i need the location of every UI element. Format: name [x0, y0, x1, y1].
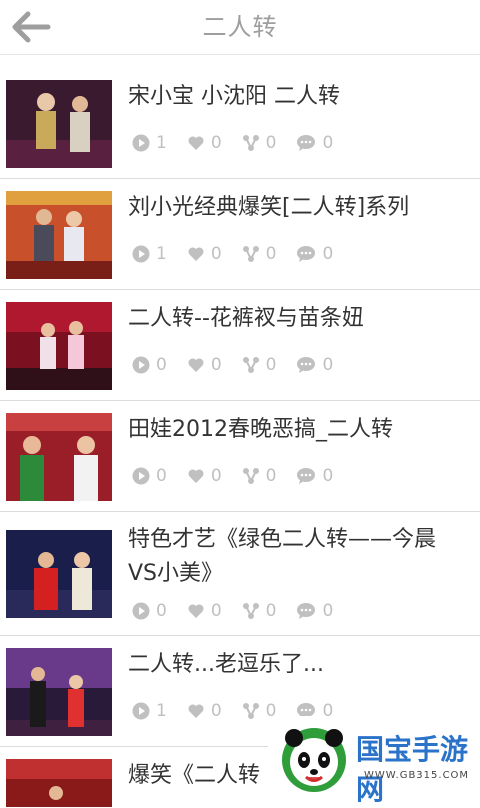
watermark: 国宝手游网 WWW.GB315.COM: [268, 716, 480, 806]
like-count: 0: [210, 466, 222, 486]
share-icon: [242, 603, 259, 619]
share-icon: [242, 703, 259, 719]
list-item[interactable]: 宋小宝 小沈阳 二人转 1 0 0 0: [0, 68, 480, 179]
video-title[interactable]: 特色才艺《绿色二人转——今晨VS小美》: [128, 523, 460, 591]
list-item[interactable]: 特色才艺《绿色二人转——今晨VS小美》 0 0 0 0: [0, 512, 480, 636]
like-count: 0: [210, 244, 222, 264]
like-icon: [188, 247, 204, 261]
comment-icon: [297, 603, 316, 619]
video-thumbnail[interactable]: [6, 413, 112, 501]
play-count: 0: [156, 601, 167, 621]
comment-count: 0: [322, 244, 334, 264]
share-icon: [242, 468, 259, 484]
watermark-url: WWW.GB315.COM: [364, 770, 470, 781]
like-count: 0: [210, 133, 222, 153]
list-item[interactable]: 田娃2012春晚恶搞_二人转 0 0 0 0: [0, 401, 480, 512]
like-count: 0: [210, 701, 222, 721]
app-header: 二人转: [0, 0, 480, 55]
share-count: 0: [265, 244, 277, 264]
share-icon: [242, 246, 259, 262]
share-icon: [242, 357, 259, 373]
video-title[interactable]: 田娃2012春晚恶搞_二人转: [128, 413, 460, 447]
play-count-icon: [132, 245, 150, 263]
play-count-icon: [132, 467, 150, 485]
play-count: 0: [156, 355, 167, 375]
comment-icon: [297, 135, 316, 151]
video-title[interactable]: 宋小宝 小沈阳 二人转: [128, 80, 460, 114]
share-count: 0: [265, 466, 277, 486]
comment-icon: [297, 357, 316, 373]
page-title: 二人转: [202, 13, 278, 41]
comment-count: 0: [322, 355, 334, 375]
share-count: 0: [265, 133, 277, 153]
video-stats: 1 0 0 0: [132, 133, 353, 153]
like-count: 0: [210, 601, 222, 621]
video-stats: 0 0 0 0: [132, 601, 353, 621]
video-stats: 0 0 0 0: [132, 355, 353, 375]
video-list: 宋小宝 小沈阳 二人转 1 0 0 0 刘小光经典爆笑[二人转]系列 1 0 0: [0, 68, 480, 807]
video-thumbnail[interactable]: [6, 530, 112, 618]
watermark-name: 国宝手游网: [356, 733, 469, 806]
like-icon: [188, 358, 204, 372]
video-title[interactable]: 二人转...老逗乐了...: [128, 648, 460, 682]
comment-icon: [297, 246, 316, 262]
list-item[interactable]: 二人转--花裤衩与苗条妞 0 0 0 0: [0, 290, 480, 401]
share-count: 0: [265, 601, 277, 621]
like-icon: [188, 469, 204, 483]
video-title[interactable]: 二人转--花裤衩与苗条妞: [128, 302, 460, 336]
comment-count: 0: [322, 466, 334, 486]
play-count-icon: [132, 356, 150, 374]
play-count: 1: [156, 133, 167, 153]
comment-icon: [297, 468, 316, 484]
play-count-icon: [132, 602, 150, 620]
play-count: 0: [156, 466, 167, 486]
video-thumbnail[interactable]: [6, 191, 112, 279]
video-thumbnail[interactable]: [6, 80, 112, 168]
share-count: 0: [265, 355, 277, 375]
like-icon: [188, 704, 204, 718]
play-count: 1: [156, 244, 167, 264]
like-count: 0: [210, 355, 222, 375]
comment-count: 0: [322, 601, 334, 621]
play-count-icon: [132, 702, 150, 720]
panda-logo-icon: [282, 728, 346, 792]
like-icon: [188, 604, 204, 618]
video-title[interactable]: 刘小光经典爆笑[二人转]系列: [128, 191, 460, 225]
video-stats: 1 0 0 0: [132, 244, 353, 264]
video-stats: 0 0 0 0: [132, 466, 353, 486]
play-count: 1: [156, 701, 167, 721]
play-count-icon: [132, 134, 150, 152]
comment-count: 0: [322, 133, 334, 153]
video-thumbnail[interactable]: [6, 648, 112, 736]
video-thumbnail[interactable]: [6, 302, 112, 390]
share-icon: [242, 135, 259, 151]
list-item[interactable]: 刘小光经典爆笑[二人转]系列 1 0 0 0: [0, 179, 480, 290]
like-icon: [188, 136, 204, 150]
